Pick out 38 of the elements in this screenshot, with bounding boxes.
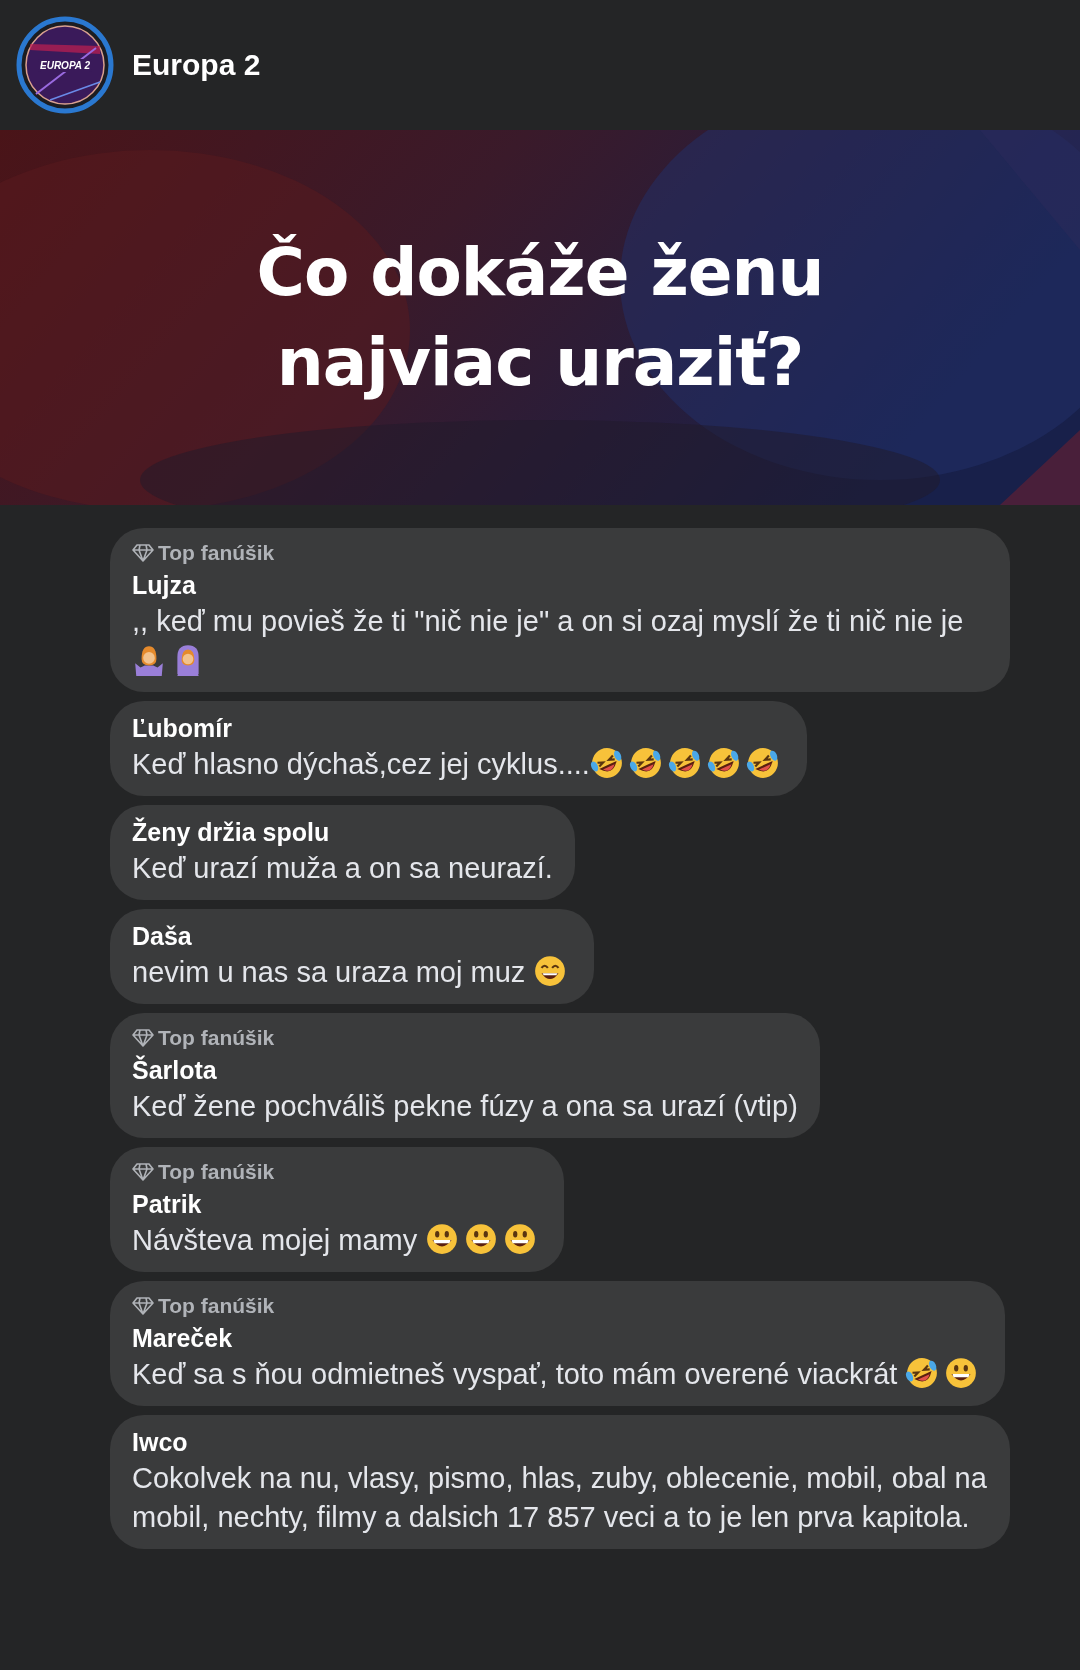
- comment-author[interactable]: Lujza: [132, 571, 196, 599]
- comment-author[interactable]: Ľubomír: [132, 714, 232, 742]
- comment-text: Návšteva mojej mamy: [132, 1224, 419, 1256]
- comment-text: Keď žene pochváliš pekne fúzy a ona sa urazí (vtip): [132, 1090, 798, 1122]
- diamond-icon: [132, 1029, 154, 1047]
- comment-author[interactable]: Daša: [132, 922, 192, 950]
- comment-text: Cokolvek na nu, vlasy, pismo, hlas, zuby, oblecenie, mobil, obal na mobil, nechty, filmy a dalsich 17 857 veci a to je len prva kapitola.: [132, 1462, 987, 1533]
- diamond-icon: [132, 544, 154, 562]
- comment-author[interactable]: Ženy držia spolu: [132, 818, 330, 846]
- diamond-icon: [132, 1163, 154, 1181]
- smiling-face-icon: [944, 1356, 979, 1390]
- comment-text: Keď urazí muža a on sa neurazí.: [132, 852, 553, 884]
- smiling-face-icon: [503, 1222, 538, 1256]
- badge-label: Top fanúšik: [158, 540, 275, 566]
- badge-label: Top fanúšik: [158, 1159, 275, 1185]
- smiling-face-icon: [425, 1222, 460, 1256]
- laughing-face-icon: [706, 746, 741, 780]
- badge-label: Top fanúšik: [158, 1293, 275, 1319]
- comment-text: Keď sa s ňou odmietneš vyspať, toto mám overené viackrát: [132, 1358, 899, 1390]
- comment-text: nevim u nas sa uraza moj muz: [132, 956, 527, 988]
- comment-author[interactable]: Patrik: [132, 1190, 202, 1218]
- comment-author[interactable]: Iwco: [132, 1428, 188, 1456]
- smiling-face-icon: [464, 1222, 499, 1256]
- laughing-face-icon: [628, 746, 663, 780]
- page-avatar[interactable]: EUROPA 2: [16, 16, 114, 114]
- comment-author[interactable]: Mareček: [132, 1324, 233, 1352]
- comment-author[interactable]: Šarlota: [132, 1056, 217, 1084]
- badge-label: Top fanúšik: [158, 1025, 275, 1051]
- diamond-icon: [132, 1297, 154, 1315]
- comment-text: Keď hlasno dýchaš,cez jej cyklus....: [132, 748, 590, 780]
- smiling-face-icon: [533, 954, 568, 988]
- laughing-face-icon: [667, 746, 702, 780]
- laughing-face-icon: [745, 746, 780, 780]
- laughing-face-icon: [589, 746, 624, 780]
- post-title: Čo dokáže ženu najviac uraziť?: [255, 232, 825, 403]
- laughing-face-icon: [905, 1356, 940, 1390]
- comment-text: ,, keď mu povieš že ti "nič nie je" a on si ozaj myslí že ti nič nie je: [132, 605, 964, 637]
- page-name[interactable]: Europa 2: [132, 48, 261, 82]
